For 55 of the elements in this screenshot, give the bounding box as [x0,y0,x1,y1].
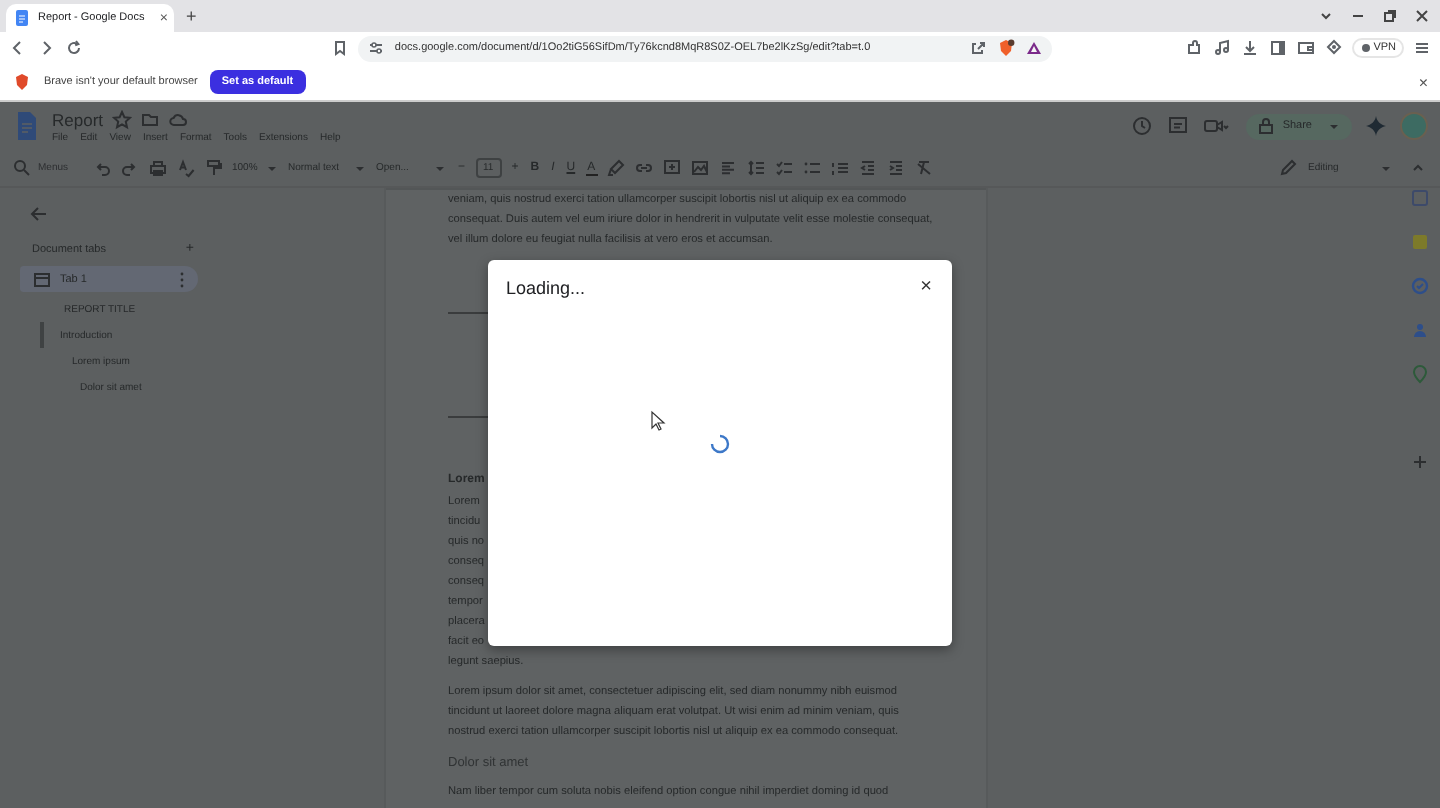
image-icon[interactable] [689,158,710,178]
spellcheck-icon[interactable] [176,158,196,178]
numbered-list-icon[interactable] [829,158,850,178]
close-icon[interactable] [1412,6,1432,26]
person-icon[interactable] [1410,320,1430,340]
history-icon[interactable] [1130,114,1155,138]
document-icon [12,8,32,28]
highlighter-icon[interactable] [605,158,626,178]
download-icon[interactable] [1239,38,1260,58]
share-icon[interactable] [967,38,988,58]
plus-icon[interactable] [1410,452,1430,472]
add-comment-icon[interactable] [661,158,682,178]
sparkle-icon[interactable] [1364,114,1388,138]
vpn-icon [1359,42,1372,54]
bookmark-icon[interactable] [330,38,351,58]
line-spacing-icon[interactable] [745,158,766,178]
print-icon[interactable] [148,158,168,178]
undo-icon[interactable] [92,158,112,178]
comment-icon[interactable] [1166,114,1191,138]
cloud-icon[interactable] [167,109,188,129]
triangle-icon[interactable] [1023,38,1044,58]
close-infobar-button[interactable]: × [1418,73,1428,91]
search-icon [12,158,32,178]
music-icon[interactable] [1211,38,1232,58]
paint-format-icon[interactable] [204,158,224,178]
close-dialog-button[interactable]: × [920,276,932,298]
docs-logo-icon[interactable] [16,112,38,140]
sidebar-icon[interactable] [1267,38,1288,58]
calendar-icon[interactable] [1410,188,1430,208]
lock-icon [1256,116,1277,136]
redo-icon[interactable] [120,158,140,178]
decrease-indent-icon[interactable] [857,158,878,178]
increase-indent-icon[interactable] [885,158,906,178]
link-icon[interactable] [633,158,654,178]
clear-format-icon[interactable] [913,158,934,178]
menu-icon[interactable] [1412,38,1432,58]
checklist-icon[interactable] [773,158,794,178]
tasks-icon[interactable] [1410,276,1430,296]
dialog-title: Loading... [506,277,586,297]
keep-icon[interactable] [1410,232,1430,252]
loading-spinner-icon [710,434,730,454]
back-arrow-icon[interactable] [28,204,48,224]
site-settings-icon[interactable] [366,38,387,58]
mouse-pointer-icon [650,410,666,432]
star-icon[interactable] [111,109,132,129]
align-left-icon[interactable] [717,158,738,178]
pencil-icon [1278,158,1298,178]
new-tab-button[interactable]: + [186,6,197,26]
folder-icon[interactable] [139,109,160,129]
bulleted-list-icon[interactable] [801,158,822,178]
reload-icon[interactable] [64,38,84,58]
restore-icon[interactable] [1380,6,1400,26]
map-pin-icon[interactable] [1410,364,1430,384]
tab-icon [32,269,52,289]
video-call-icon[interactable] [1202,114,1231,138]
